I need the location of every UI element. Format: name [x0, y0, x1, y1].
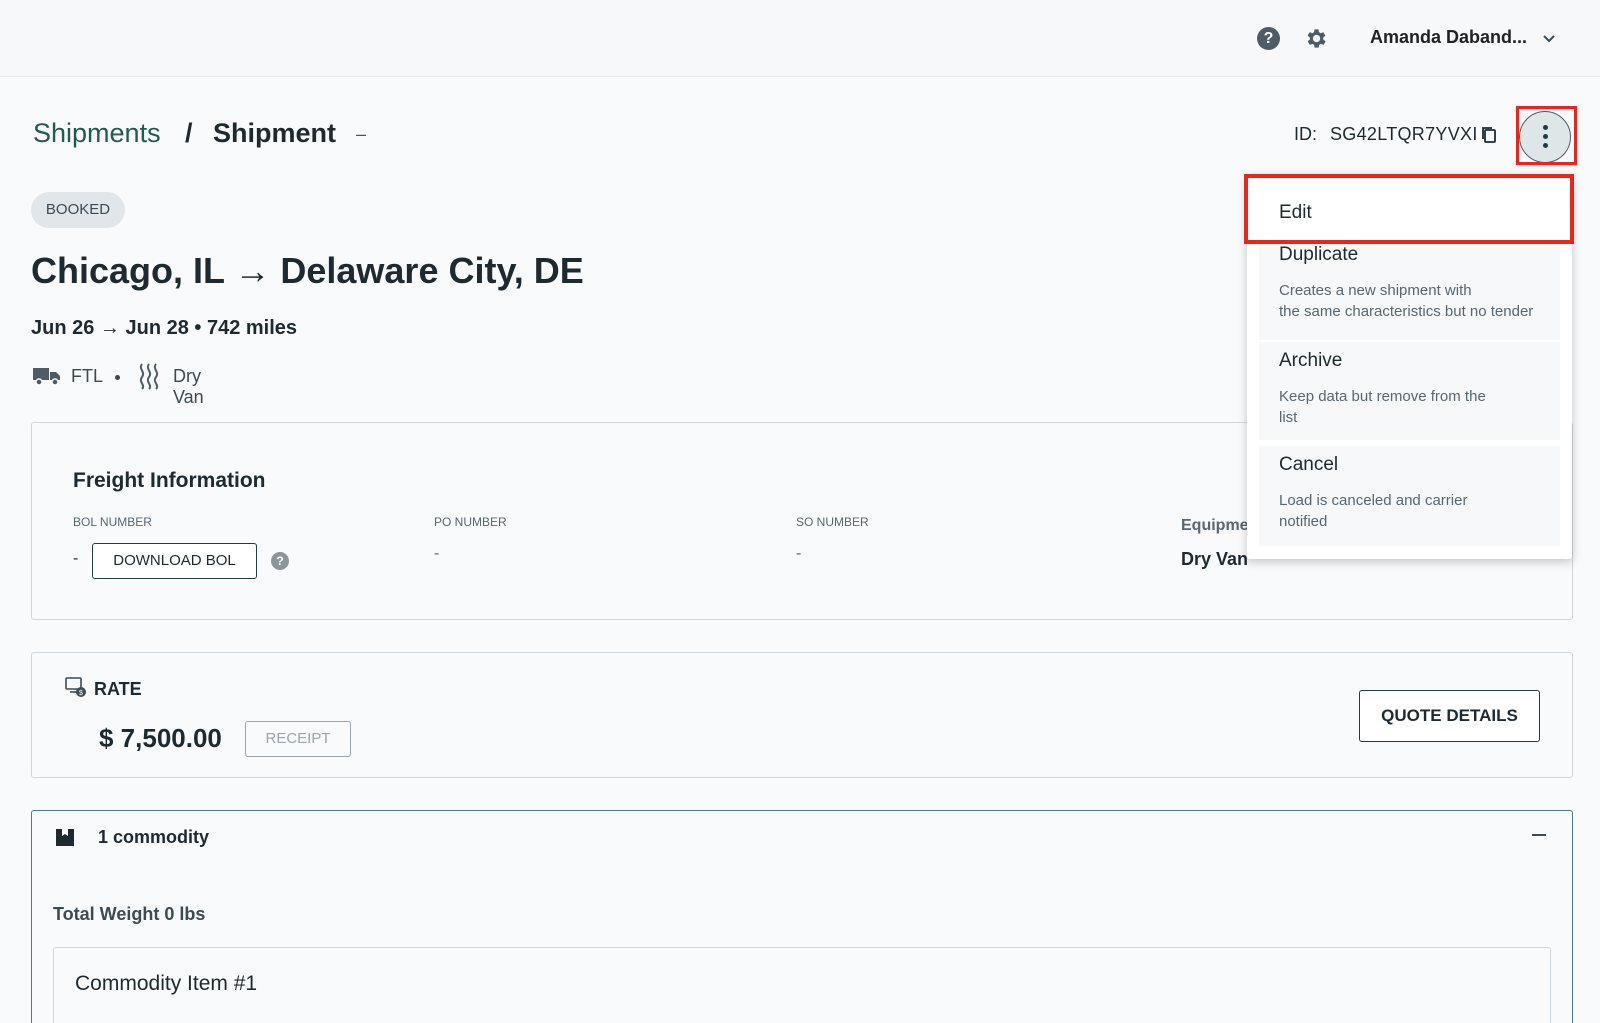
menu-item-duplicate[interactable]: Duplicate Creates a new shipment with th… — [1259, 242, 1560, 340]
shipment-id-label: ID: — [1294, 124, 1318, 144]
bol-number-value: - — [73, 550, 79, 567]
breadcrumb-shipments-link[interactable]: Shipments — [33, 118, 161, 149]
so-number-value: - — [796, 545, 802, 562]
gear-icon[interactable] — [1303, 26, 1328, 51]
po-number-value: - — [434, 545, 440, 562]
user-name[interactable]: Amanda Daband... — [1370, 27, 1527, 48]
menu-item-archive-desc-2: list — [1279, 409, 1298, 426]
menu-item-archive-label: Archive — [1279, 350, 1343, 371]
po-number-label: PO NUMBER — [434, 515, 507, 529]
bol-number-label: BOL NUMBER — [73, 515, 152, 529]
collapse-icon[interactable] — [1532, 834, 1546, 836]
highlight-box-more-button — [1516, 106, 1577, 165]
status-badge: BOOKED — [31, 192, 125, 228]
shipment-id-value: SG42LTQR7YVXI — [1330, 124, 1478, 144]
highlight-box-edit — [1244, 174, 1574, 244]
equipment-field-value: Dry Van — [1181, 549, 1249, 569]
menu-item-cancel-label: Cancel — [1279, 454, 1339, 475]
route-heading: Chicago, IL → Delaware City, DE — [31, 250, 584, 291]
equipment-label: Dry Van — [173, 366, 204, 407]
separator-dot — [115, 375, 120, 380]
top-bar: ? Amanda Daband... — [0, 0, 1600, 77]
help-icon[interactable]: ? — [271, 552, 289, 570]
quote-details-button[interactable]: QUOTE DETAILS — [1359, 690, 1540, 742]
menu-item-duplicate-desc: Creates a new shipment with — [1279, 282, 1472, 299]
svg-text:$: $ — [79, 690, 83, 697]
copy-icon[interactable] — [1481, 126, 1497, 144]
page-title-suffix: – — [356, 124, 367, 144]
rate-label: RATE — [94, 679, 142, 699]
menu-item-cancel-desc-2: notified — [1279, 513, 1328, 530]
commodity-card: 1 commodity Total Weight 0 lbs Commodity… — [31, 810, 1573, 1023]
freight-information-title: Freight Information — [73, 469, 266, 492]
menu-item-archive[interactable]: Archive Keep data but remove from the li… — [1259, 342, 1560, 440]
rate-icon: $ — [65, 677, 86, 697]
date-mileage-summary: Jun 26 → Jun 28 • 742 miles — [31, 317, 298, 339]
heat-icon — [139, 363, 159, 390]
box-icon — [56, 829, 74, 846]
so-number-label: SO NUMBER — [796, 515, 869, 529]
truck-icon — [33, 368, 60, 386]
menu-item-cancel[interactable]: Cancel Load is canceled and carrier noti… — [1259, 446, 1560, 546]
help-icon[interactable]: ? — [1257, 27, 1280, 50]
menu-item-cancel-desc: Load is canceled and carrier — [1279, 492, 1468, 509]
equipment-field-label: Equipme — [1181, 517, 1249, 534]
menu-item-duplicate-desc-2: the same characteristics but no tender — [1279, 303, 1534, 320]
commodity-item-card: Commodity Item #1 — [53, 947, 1551, 1023]
receipt-button[interactable]: RECEIPT — [245, 721, 351, 757]
total-weight: Total Weight 0 lbs — [53, 904, 206, 924]
chevron-down-icon[interactable] — [1541, 30, 1557, 46]
mode-label: FTL — [71, 366, 104, 386]
commodity-count: 1 commodity — [98, 827, 210, 847]
download-bol-button[interactable]: DOWNLOAD BOL — [92, 543, 257, 579]
breadcrumb-separator: / — [185, 118, 193, 148]
page-title: Shipment — [213, 118, 337, 148]
rate-amount: $ 7,500.00 — [99, 723, 222, 753]
menu-item-duplicate-label: Duplicate — [1279, 244, 1359, 265]
rate-card: $ RATE $ 7,500.00 RECEIPT QUOTE DETAILS — [31, 652, 1573, 778]
menu-item-archive-desc: Keep data but remove from the — [1279, 388, 1486, 405]
commodity-item-title: Commodity Item #1 — [75, 972, 258, 995]
